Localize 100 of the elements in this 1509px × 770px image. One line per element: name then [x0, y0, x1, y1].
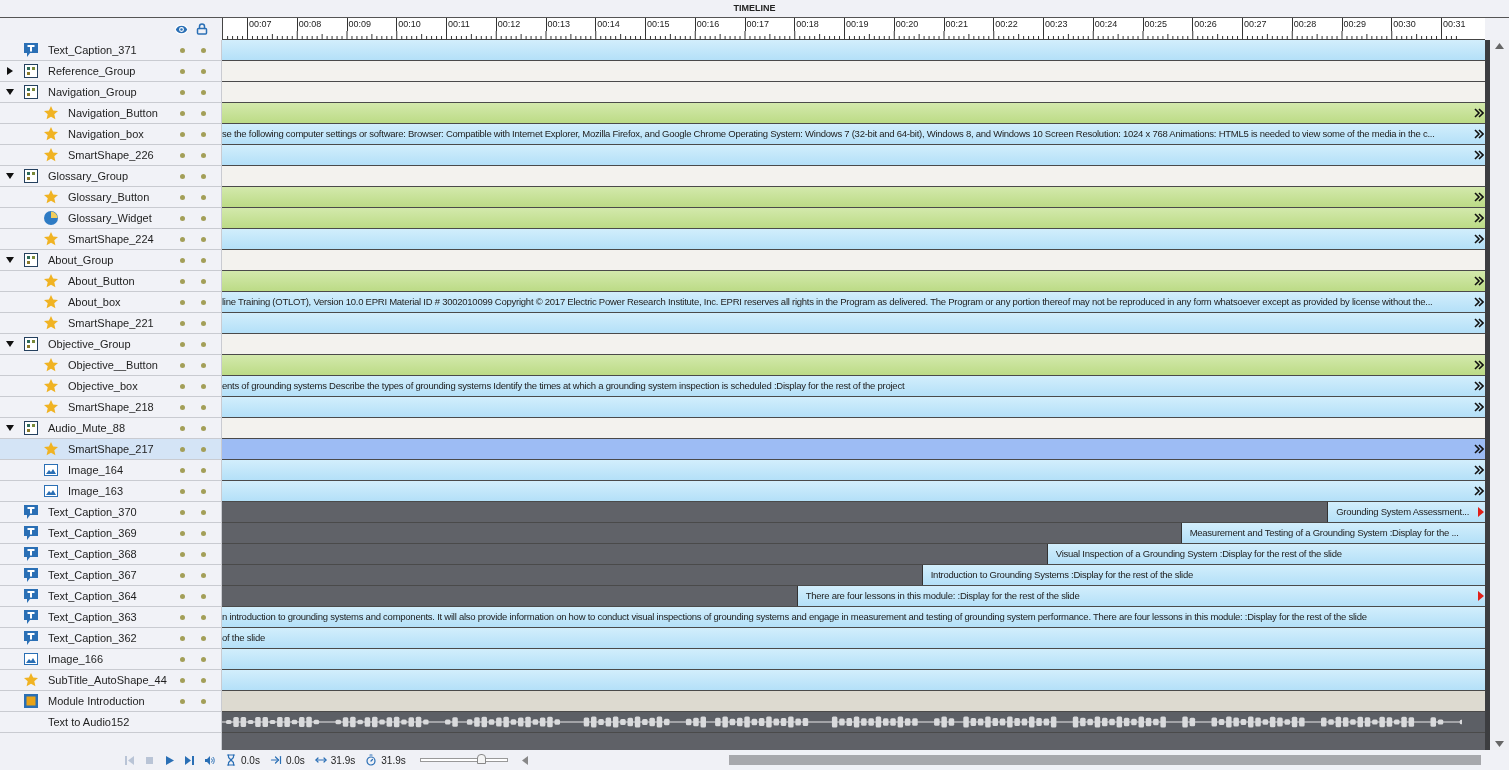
layer-row[interactable]: Glossary_Button [0, 187, 222, 208]
layer-name: Navigation_Group [48, 84, 138, 100]
caption-icon [23, 525, 39, 541]
pie-icon [43, 210, 59, 226]
scroll-left-icon[interactable] [521, 755, 528, 765]
expand-arrow-icon[interactable] [6, 67, 14, 75]
timeline-bar[interactable]: Measurement and Testing of a Grounding System :Display for the ... [1180, 523, 1485, 543]
expand-arrow-icon[interactable] [6, 256, 14, 264]
layer-row[interactable]: Text_Caption_364 [0, 586, 222, 607]
layer-name: SmartShape_217 [68, 441, 155, 457]
star-icon [43, 315, 59, 331]
layer-row[interactable]: Reference_Group [0, 61, 222, 82]
expand-arrow-icon[interactable] [6, 172, 14, 180]
layer-row[interactable]: SmartShape_217 [0, 439, 222, 460]
time-label: 00:15 [645, 18, 670, 31]
image-icon [43, 462, 59, 478]
timeline-bar[interactable] [222, 607, 1485, 627]
layer-row[interactable]: Navigation_Group [0, 82, 222, 103]
bar-label: There are four lessons in this module: :Display for the rest of the slide [804, 588, 1080, 603]
arrow-to-line-icon [269, 754, 282, 766]
layer-row[interactable]: Text_Caption_369 [0, 523, 222, 544]
timeline-bar[interactable]: of the slide [222, 628, 1485, 648]
time-label: 00:12 [495, 18, 521, 31]
layer-row[interactable]: Text_Caption_367 [0, 565, 222, 586]
caption-icon [23, 567, 39, 583]
layer-name: Glossary_Group [48, 168, 130, 184]
timeline-bar[interactable]: There are four lessons in this module: :Display for the rest of the slide [796, 586, 1485, 606]
layer-row[interactable]: Objective__Button [0, 355, 222, 376]
layer-row[interactable]: Navigation_Button [0, 103, 222, 124]
image-icon [23, 651, 39, 667]
time-label: 00:27 [1242, 18, 1267, 31]
layer-row[interactable]: About_box [0, 292, 222, 313]
expand-arrow-icon[interactable] [6, 424, 14, 432]
play-icon[interactable] [164, 754, 175, 766]
layer-row[interactable]: Image_166 [0, 649, 222, 670]
layer-row[interactable]: Navigation_box [0, 124, 222, 145]
layer-name: Image_166 [48, 651, 105, 667]
bar-label: Grounding System Assessment... [1335, 504, 1470, 519]
layer-row[interactable]: Image_164 [0, 460, 222, 481]
double-chevron-icon [1474, 402, 1484, 412]
bar-label: line Training (OTLOT), Version 10.0 EPRI Material ID # 3002010099 Copyright © 2017 Electric Power Research Institute, Inc. EPRI reserves all rights in the Program as delivered. The Program or any portion thereof may not be reproduced in any form whatsoever except as provided by license without the... [222, 294, 1433, 309]
group-icon [23, 420, 39, 436]
layer-name: Text to Audio152 [48, 714, 131, 730]
double-chevron-icon [1474, 150, 1484, 160]
layer-row[interactable]: SmartShape_224 [0, 229, 222, 250]
timeline-bar[interactable]: Grounding System Assessment... [1327, 502, 1485, 522]
time-ruler[interactable]: 00:07 00:08 00:09 00:10 00:11 00:12 00:13 00:14 00:15 00:16 00:17 00:18 00:19 00:20 00:21 00:22 00:23 00:24 00:25 00:26 00:27 00:28 00:29 00:30 00:31 [222, 18, 1485, 40]
skip-forward-icon[interactable] [184, 754, 195, 766]
layer-row[interactable]: Text to Audio152 [0, 712, 222, 733]
layer-row[interactable]: Image_163 [0, 481, 222, 502]
layer-row[interactable]: Text_Caption_362 [0, 628, 222, 649]
time-readout: 0.0s [285, 753, 305, 768]
slider-thumb[interactable] [476, 754, 486, 764]
layer-row[interactable]: About_Button [0, 271, 222, 292]
timeline-bar[interactable] [222, 292, 1485, 312]
layer-row[interactable]: Text_Caption_371 [0, 40, 222, 61]
layer-row[interactable]: Text_Caption_370 [0, 502, 222, 523]
layer-name: Objective_Group [48, 336, 132, 352]
layer-row[interactable]: SmartShape_226 [0, 145, 222, 166]
layer-row[interactable]: Objective_Group [0, 334, 222, 355]
layer-row[interactable]: Audio_Mute_88 [0, 418, 222, 439]
double-chevron-icon [1474, 129, 1484, 139]
time-label: 00:11 [446, 18, 470, 31]
layer-row[interactable]: Text_Caption_363 [0, 607, 222, 628]
layer-row[interactable]: SubTitle_AutoShape_44 [0, 670, 222, 691]
layer-name: Navigation_box [68, 126, 145, 142]
star-icon [43, 189, 59, 205]
timeline-bar[interactable]: Visual Inspection of a Grounding System :Display for the rest of the slide [1046, 544, 1485, 564]
layer-name: Text_Caption_370 [48, 504, 138, 520]
layer-name: About_Button [68, 273, 136, 289]
layer-row[interactable]: SmartShape_221 [0, 313, 222, 334]
double-chevron-icon [1474, 465, 1484, 475]
layer-row[interactable]: About_Group [0, 250, 222, 271]
layer-row[interactable]: Text_Caption_368 [0, 544, 222, 565]
scroll-thumb[interactable] [728, 755, 1481, 765]
double-chevron-icon [1474, 213, 1484, 223]
layer-row[interactable]: Objective_box [0, 376, 222, 397]
expand-arrow-icon[interactable] [6, 340, 14, 348]
time-label: 00:29 [1341, 18, 1367, 31]
star-icon [43, 273, 59, 289]
visibility-icon[interactable] [174, 21, 189, 37]
time-readout: 0.0s [241, 753, 260, 768]
timeline-bar[interactable]: Introduction to Grounding Systems :Display for the rest of the slide [921, 565, 1485, 585]
time-label: 00:23 [1043, 18, 1068, 31]
expand-arrow-icon[interactable] [6, 88, 14, 96]
layer-name: Image_163 [68, 483, 125, 499]
scroll-down-icon[interactable] [1495, 741, 1504, 747]
timeline-bar[interactable] [222, 124, 1485, 144]
double-chevron-icon [1474, 234, 1484, 244]
layer-row[interactable]: Glossary_Widget [0, 208, 222, 229]
layer-name: Navigation_Button [68, 105, 159, 121]
layer-row[interactable]: SmartShape_218 [0, 397, 222, 418]
timeline-bar[interactable]: ents of grounding systems Describe the types of grounding systems Identify the times at which a grounding system inspection is scheduled :Display for the rest of the project [222, 376, 1485, 396]
layer-row[interactable]: Module Introduction [0, 691, 222, 712]
layer-row[interactable]: Glossary_Group [0, 166, 222, 187]
layer-name: Text_Caption_368 [48, 546, 138, 562]
lock-icon[interactable] [196, 23, 208, 35]
scroll-up-icon[interactable] [1495, 43, 1504, 49]
layer-name: SmartShape_224 [68, 231, 155, 247]
speaker-icon[interactable] [204, 754, 215, 766]
